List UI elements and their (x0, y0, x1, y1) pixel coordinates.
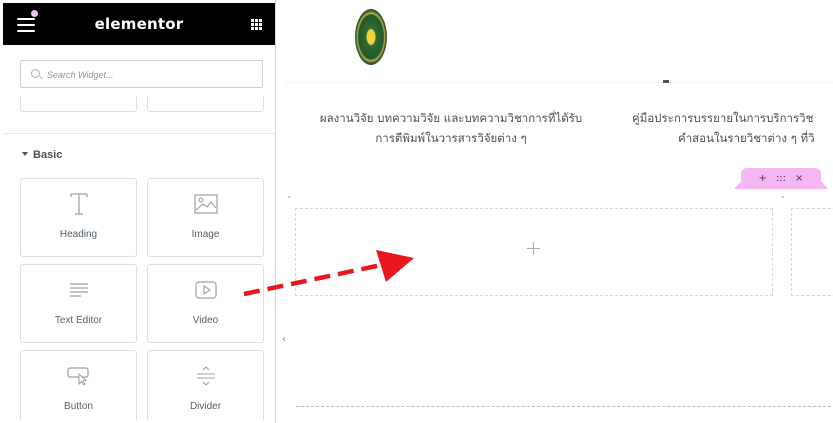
column-marker (782, 196, 784, 198)
basic-section-title: Basic (33, 149, 63, 161)
add-section-dropzone[interactable] (296, 406, 833, 407)
widgets-grid-icon[interactable] (251, 19, 262, 30)
remove-section-button[interactable]: × (795, 173, 803, 184)
widget-search-input[interactable] (47, 65, 257, 85)
heading-icon (21, 191, 136, 217)
search-icon (31, 69, 40, 78)
widget-label: Image (191, 229, 220, 240)
panel-brand-title: elementor (94, 15, 184, 33)
widget-divider[interactable]: Divider (147, 350, 264, 420)
divider-icon (148, 363, 263, 389)
text-block-manual-line1: คู่มือประการบรรยายในการบริการวิช (632, 111, 814, 125)
basic-section-toggle[interactable]: Basic (22, 149, 62, 161)
add-widget-plus-icon[interactable] (526, 241, 542, 257)
heading-fragment (663, 80, 669, 83)
text-block-research-line1: ผลงานวิจัย บทความวิจัย และบทความวิชาการท… (319, 111, 583, 125)
editor-window: elementor Basic Heading Image (0, 0, 833, 423)
text-block-research-line2: การตีพิมพ์ในวารสารวิจัยต่าง ๆ (375, 131, 527, 145)
add-section-button[interactable]: + (759, 173, 767, 184)
widget-panel: elementor Basic Heading Image (0, 0, 276, 423)
collapse-panel-button[interactable]: ‹ (277, 329, 291, 351)
widget-search-box[interactable] (20, 60, 263, 88)
text-editor-icon (21, 277, 136, 303)
widget-label: Button (64, 401, 93, 412)
widget-text-editor[interactable]: Text Editor (20, 264, 137, 343)
text-block-research[interactable]: ผลงานวิจัย บทความวิจัย และบทความวิชาการท… (286, 108, 616, 148)
caret-down-icon (22, 152, 28, 156)
panel-header: elementor (3, 3, 275, 45)
empty-column-dropzone-2[interactable] (791, 208, 833, 296)
panel-divider (3, 133, 275, 134)
university-seal-logo (355, 9, 387, 65)
drag-arrow-annotation (243, 250, 414, 297)
button-icon (21, 363, 136, 389)
section-handle: + ::: × (741, 168, 821, 189)
move-section-handle[interactable]: ::: (776, 173, 786, 184)
widget-card-partial-right[interactable] (147, 96, 264, 112)
text-block-manual[interactable]: คู่มือประการบรรยายในการบริการวิช คำสอนใน… (632, 108, 833, 148)
widget-label: Text Editor (54, 315, 103, 326)
widget-label: Divider (189, 401, 222, 412)
column-marker (288, 196, 290, 198)
header-separator (285, 82, 833, 83)
section-handle-corner-right (820, 180, 828, 189)
widget-label: Heading (59, 229, 98, 240)
widget-card-partial-left[interactable] (20, 96, 137, 112)
widget-label: Video (192, 315, 219, 326)
widget-button[interactable]: Button (20, 350, 137, 420)
text-block-manual-line2: คำสอนในรายวิชาต่าง ๆ ที่วิ (678, 131, 815, 145)
widget-heading[interactable]: Heading (20, 178, 137, 257)
image-icon (148, 191, 263, 217)
